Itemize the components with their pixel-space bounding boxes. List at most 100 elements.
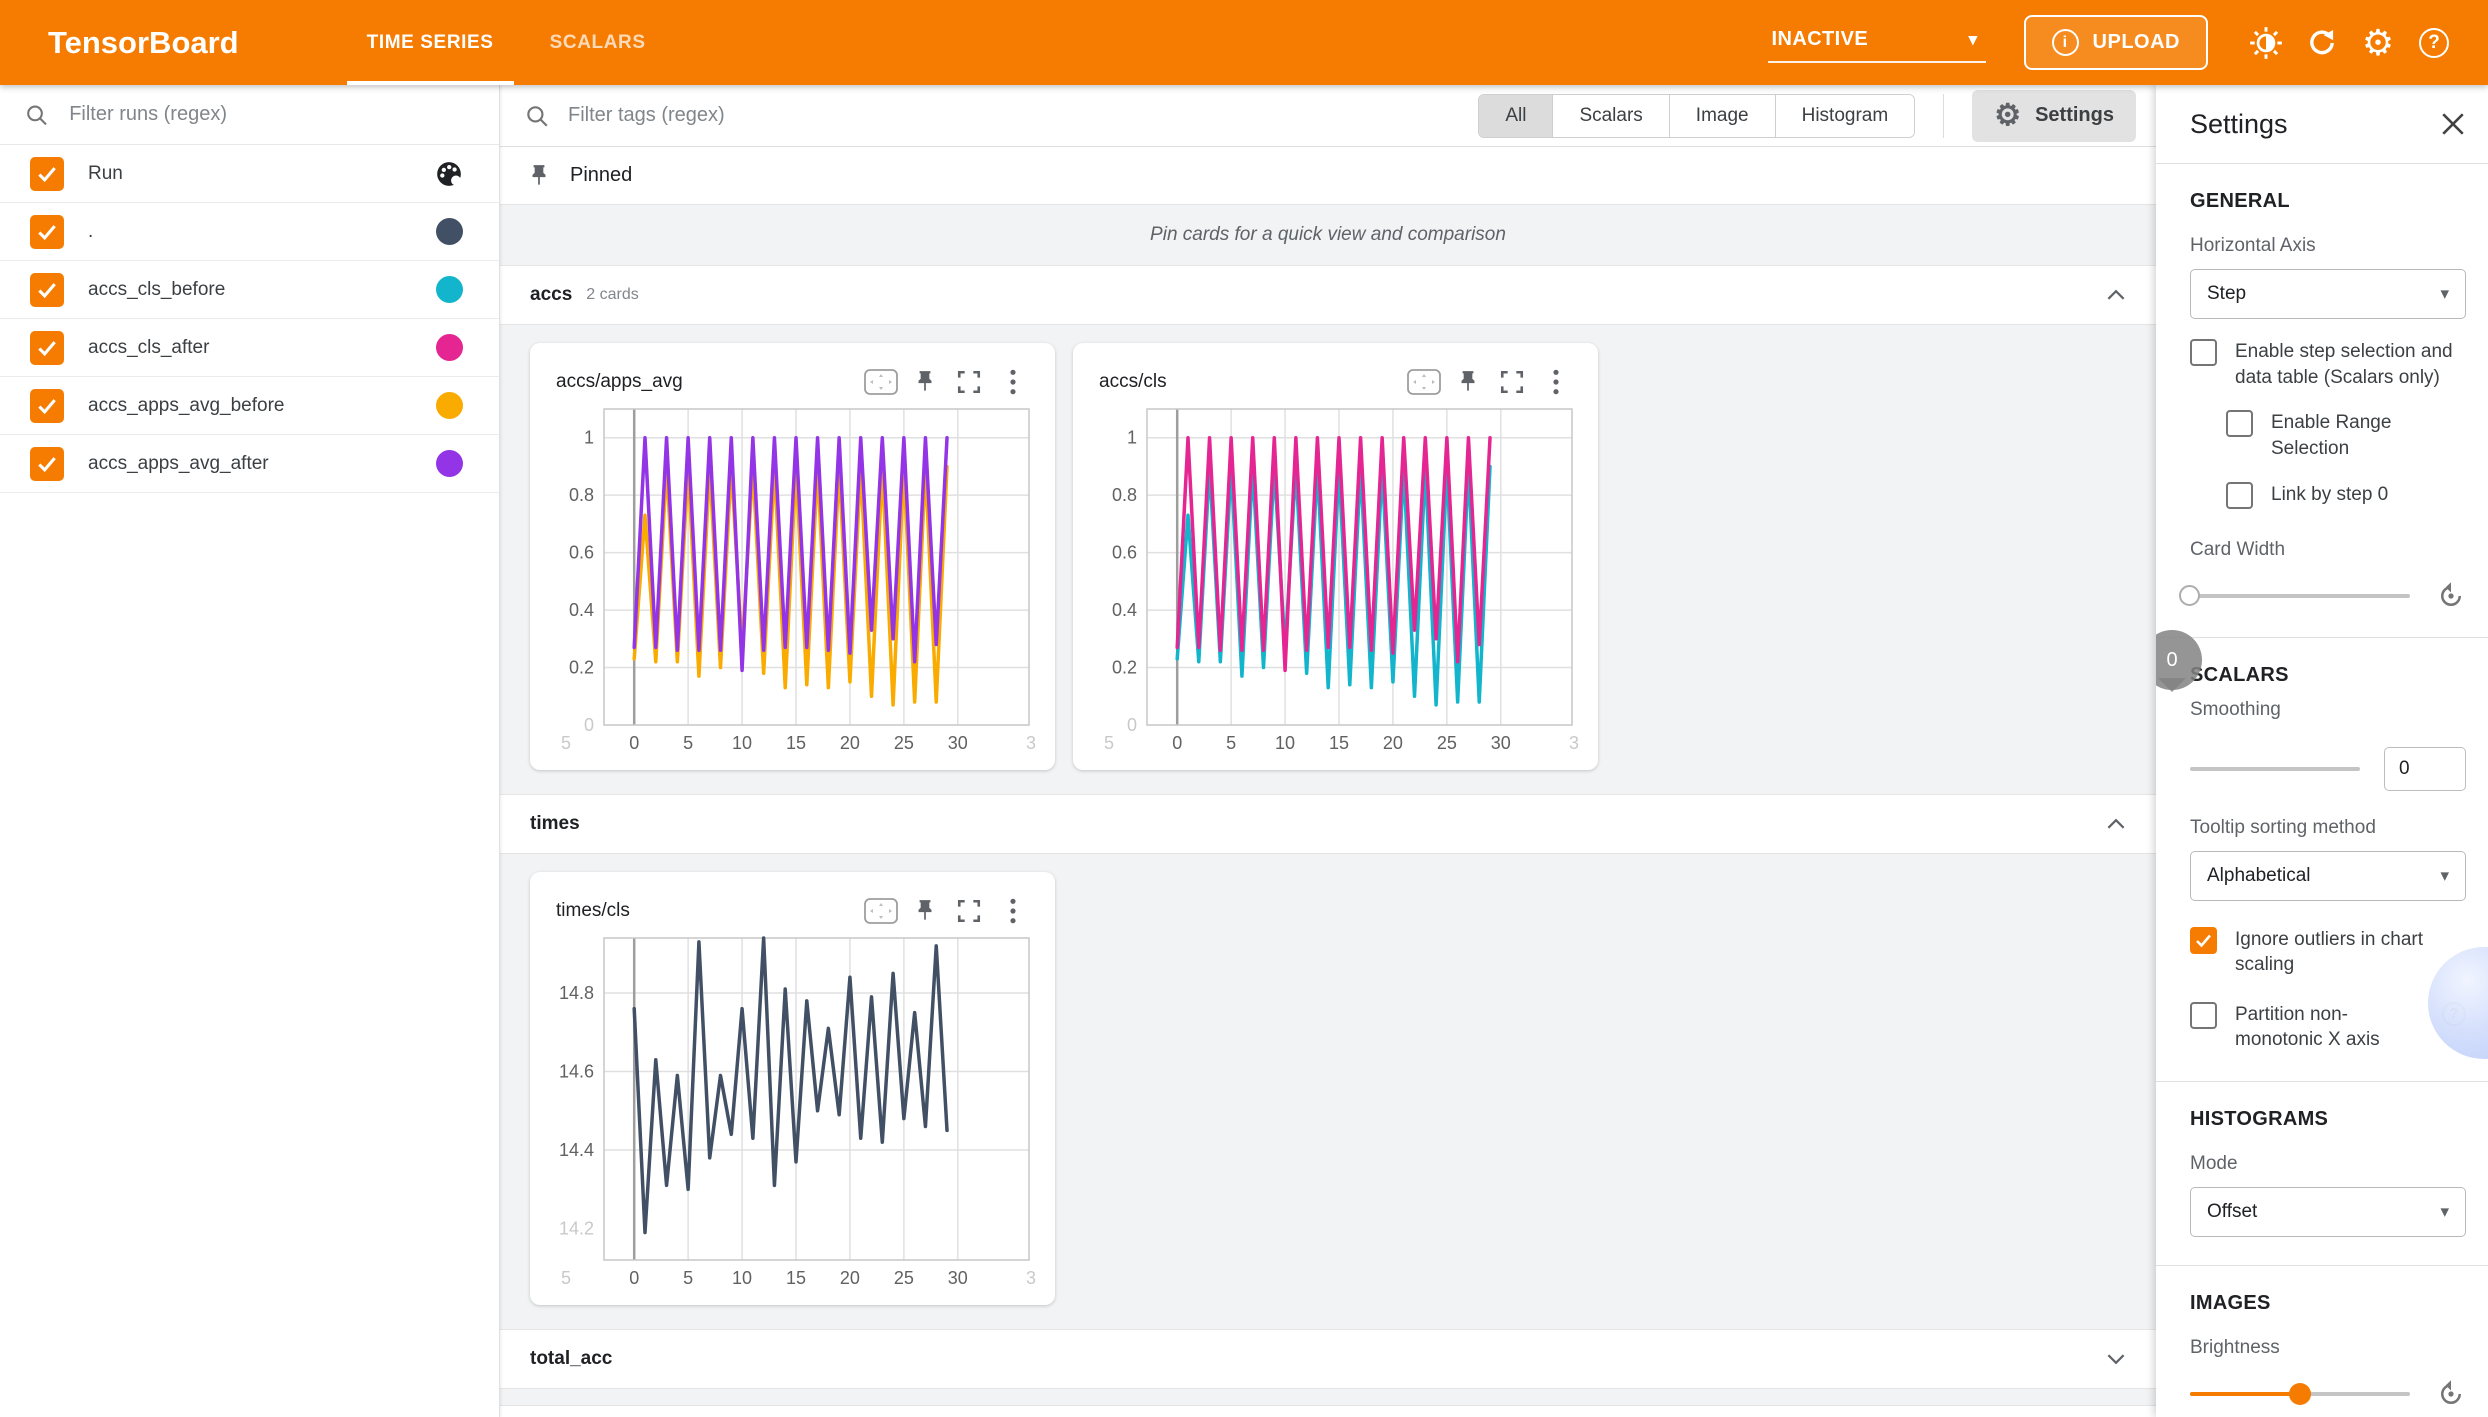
images-heading: IMAGES [2190, 1292, 2466, 1315]
slider-thumb[interactable] [2179, 585, 2200, 606]
run-label: accs_cls_after [88, 337, 436, 359]
toolbar-divider [1943, 94, 1944, 138]
line-chart-accs-apps-avg[interactable]: 0510152025300.20.40.60.81530 [544, 403, 1037, 755]
histogram-mode-value: Offset [2207, 1201, 2257, 1223]
run-row-run[interactable]: Run [0, 145, 499, 203]
runs-filter-input[interactable] [69, 103, 475, 126]
check-icon [37, 223, 57, 241]
svg-text:14.4: 14.4 [559, 1140, 594, 1160]
pin-card-button[interactable] [1446, 363, 1490, 401]
fullscreen-button[interactable] [947, 363, 991, 401]
card-width-slider[interactable] [2190, 594, 2410, 598]
divider [2156, 637, 2488, 638]
horizontal-axis-select[interactable]: Step ▾ [2190, 269, 2466, 319]
help-button[interactable]: ? [2406, 15, 2462, 71]
checkbox-unchecked[interactable] [2190, 1002, 2217, 1029]
pin-card-button[interactable] [903, 892, 947, 930]
smoothing-label: Smoothing [2190, 699, 2466, 721]
run-checkbox[interactable] [30, 157, 64, 191]
reset-icon[interactable] [2436, 1379, 2466, 1409]
reload-button[interactable] [2294, 15, 2350, 71]
close-icon[interactable] [2440, 111, 2466, 137]
pan-icon [1406, 368, 1442, 396]
tags-filter-input[interactable] [568, 104, 1141, 127]
fullscreen-icon [1499, 369, 1525, 395]
range-selection-checkbox-row[interactable]: Enable Range Selection [2226, 410, 2466, 461]
svg-text:20: 20 [840, 733, 860, 753]
smoothing-input[interactable]: 0 [2384, 747, 2466, 791]
upload-label: UPLOAD [2093, 31, 2180, 54]
histogram-mode-select[interactable]: Offset ▾ [2190, 1187, 2466, 1237]
run-row[interactable]: . [0, 203, 499, 261]
pan-mode-button[interactable] [859, 363, 903, 401]
pan-mode-button[interactable] [859, 892, 903, 930]
brightness-slider[interactable] [2190, 1392, 2410, 1396]
run-checkbox[interactable] [30, 389, 64, 423]
tab-scalars[interactable]: SCALARS [522, 0, 674, 85]
run-checkbox[interactable] [30, 215, 64, 249]
svg-text:14.6: 14.6 [559, 1062, 594, 1082]
section-card-count: 2 cards [586, 286, 638, 304]
svg-text:0: 0 [1172, 733, 1182, 753]
times-cards-row: times/cls [500, 854, 2156, 1329]
card-menu-button[interactable] [1534, 363, 1578, 401]
check-icon [37, 339, 57, 357]
more-vert-icon [1552, 368, 1560, 396]
step-selection-checkbox-row[interactable]: Enable step selection and data table (Sc… [2190, 339, 2466, 390]
run-row[interactable]: accs_cls_after [0, 319, 499, 377]
settings-toggle-button[interactable]: ⚙ Settings [1972, 90, 2136, 142]
pan-mode-button[interactable] [1402, 363, 1446, 401]
chevron-up-icon[interactable] [2106, 818, 2126, 830]
pin-card-button[interactable] [903, 363, 947, 401]
filter-image[interactable]: Image [1669, 95, 1775, 137]
run-status-dropdown[interactable]: INACTIVE ▾ [1768, 22, 1986, 63]
fullscreen-button[interactable] [1490, 363, 1534, 401]
filter-histogram[interactable]: Histogram [1775, 95, 1915, 137]
ignore-outliers-checkbox-row[interactable]: Ignore outliers in chart scaling [2190, 927, 2466, 978]
section-title: accs [530, 284, 572, 306]
line-chart-accs-cls[interactable]: 0510152025300.20.40.60.81530 [1087, 403, 1580, 755]
run-row[interactable]: accs_apps_avg_before [0, 377, 499, 435]
section-header-total-acc[interactable]: total_acc [500, 1329, 2156, 1389]
svg-text:0.8: 0.8 [569, 485, 594, 505]
dark-mode-toggle-button[interactable] [2238, 15, 2294, 71]
checkbox-unchecked[interactable] [2190, 339, 2217, 366]
checkbox-unchecked[interactable] [2226, 482, 2253, 509]
partition-x-axis-checkbox-row[interactable]: Partition non-monotonic X axis ? [2190, 1002, 2466, 1053]
reset-icon[interactable] [2436, 581, 2466, 611]
line-chart-times-cls[interactable]: 05101520253014.414.614.85314.2 [544, 932, 1037, 1290]
card-menu-button[interactable] [991, 892, 1035, 930]
filter-scalars[interactable]: Scalars [1552, 95, 1668, 137]
fullscreen-button[interactable] [947, 892, 991, 930]
card-menu-button[interactable] [991, 363, 1035, 401]
chevron-up-icon[interactable] [2106, 289, 2126, 301]
checkbox-unchecked[interactable] [2226, 410, 2253, 437]
fullscreen-icon [956, 369, 982, 395]
check-icon [37, 281, 57, 299]
run-row[interactable]: accs_apps_avg_after [0, 435, 499, 493]
run-checkbox[interactable] [30, 331, 64, 365]
global-settings-button[interactable]: ⚙ [2350, 15, 2406, 71]
pin-icon [912, 898, 938, 924]
svg-text:3: 3 [1026, 1268, 1036, 1288]
upload-button[interactable]: i UPLOAD [2024, 15, 2208, 70]
section-header-accs[interactable]: accs 2 cards [500, 265, 2156, 325]
filter-all[interactable]: All [1479, 95, 1552, 137]
svg-text:5: 5 [683, 1268, 693, 1288]
link-by-step-checkbox-row[interactable]: Link by step 0 [2226, 482, 2466, 509]
tab-time-series[interactable]: TIME SERIES [339, 0, 522, 85]
tooltip-sorting-select[interactable]: Alphabetical ▾ [2190, 851, 2466, 901]
checkbox-checked[interactable] [2190, 927, 2217, 954]
palette-icon[interactable] [435, 160, 463, 188]
svg-text:20: 20 [840, 1268, 860, 1288]
help-icon[interactable]: ? [2442, 1002, 2466, 1026]
check-icon [37, 455, 57, 473]
run-row[interactable]: accs_cls_before [0, 261, 499, 319]
chevron-down-icon[interactable] [2106, 1353, 2126, 1365]
run-checkbox[interactable] [30, 273, 64, 307]
slider-thumb[interactable] [2289, 1383, 2311, 1405]
smoothing-slider[interactable] [2190, 767, 2360, 771]
section-header-times[interactable]: times [500, 794, 2156, 854]
divider [2156, 1081, 2488, 1082]
run-checkbox[interactable] [30, 447, 64, 481]
